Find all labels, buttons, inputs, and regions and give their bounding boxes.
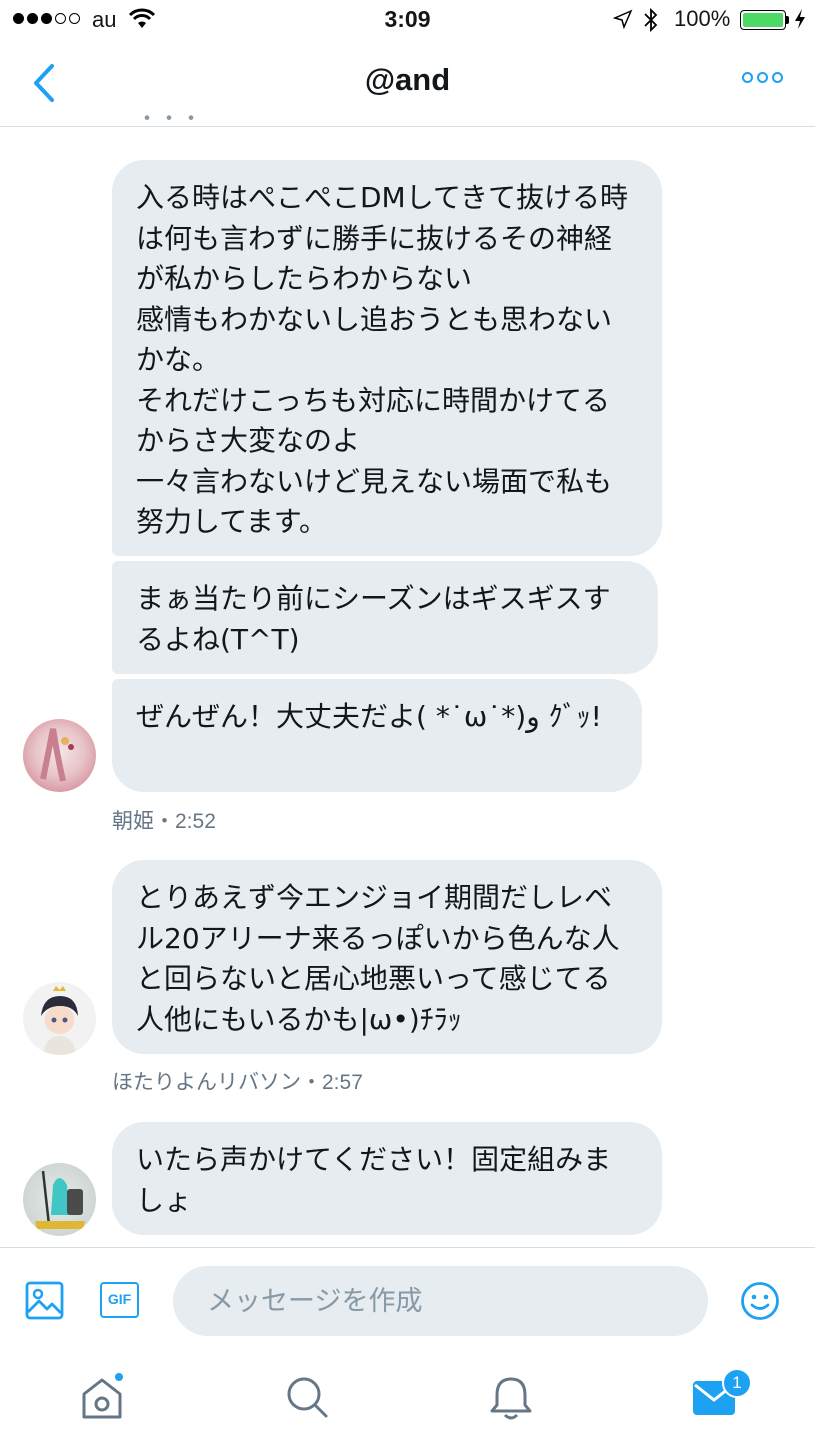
search-icon: [287, 1377, 328, 1418]
bell-icon: [490, 1377, 532, 1420]
more-dots-icon: [742, 72, 753, 83]
message-bubble[interactable]: 入る時はぺこぺこDMしてきて抜ける時は何も言わずに勝手に抜けるその神経が私からし…: [112, 160, 662, 556]
message-thread[interactable]: 入る時はぺこぺこDMしてきて抜ける時は何も言わずに勝手に抜けるその神経が私からし…: [0, 127, 815, 1247]
message-bubble[interactable]: いたら声かけてください！固定組みましょ: [112, 1122, 662, 1235]
avatar[interactable]: [23, 719, 96, 792]
message-bubble[interactable]: とりあえず今エンジョイ期間だしレベル20アリーナ来るっぽいから色んな人と回らない…: [112, 860, 662, 1054]
message-meta: 朝姫・2:52: [112, 810, 216, 833]
message-meta: ほたりよんリバソン・2:57: [112, 1071, 363, 1094]
status-bar: au 3:09 100%: [0, 0, 815, 40]
emoji-icon: [741, 1282, 779, 1320]
more-options-button[interactable]: [742, 72, 783, 83]
add-gif-button[interactable]: GIF: [100, 1282, 139, 1318]
tab-notifications[interactable]: [489, 1375, 533, 1425]
battery-icon: [740, 10, 786, 30]
battery-percent: 100%: [674, 6, 731, 31]
message-bubble[interactable]: まぁ当たり前にシーズンはギスギスするよね(T^T): [112, 561, 658, 674]
conversation-header: @and: [0, 40, 815, 127]
add-photo-button[interactable]: [25, 1281, 64, 1324]
avatar-image: [35, 1170, 85, 1229]
location-arrow-icon: [613, 9, 633, 29]
tab-bar: 1: [0, 1351, 815, 1448]
messages-badge: 1: [722, 1368, 752, 1398]
clipped-message-meta: ・・・: [136, 113, 203, 127]
charging-bolt-icon: [795, 9, 805, 29]
message-bubble[interactable]: ぜんぜん！大丈夫だよ( *˙ω˙*)و ｸﾞｯ!: [112, 679, 642, 792]
avatar[interactable]: [23, 1163, 96, 1236]
avatar-image: [40, 728, 74, 782]
tab-search[interactable]: [285, 1375, 329, 1423]
avatar-image: [41, 986, 78, 1055]
message-composer: GIF: [0, 1247, 815, 1351]
message-input[interactable]: [173, 1266, 708, 1336]
bluetooth-icon: [644, 7, 658, 33]
emoji-button[interactable]: [740, 1281, 780, 1325]
home-new-indicator: [113, 1371, 125, 1383]
image-icon: [25, 1281, 64, 1320]
avatar[interactable]: [23, 982, 96, 1055]
conversation-title: @and: [364, 62, 451, 97]
